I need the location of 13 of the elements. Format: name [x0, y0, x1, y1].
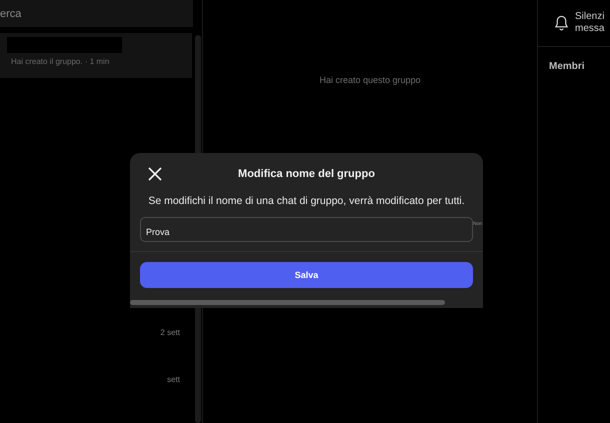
system-message: Hai creato questo gruppo [319, 75, 421, 87]
chat-time: sett [167, 375, 180, 384]
name-field[interactable]: Prova [140, 217, 473, 242]
scrollbar[interactable] [130, 300, 445, 305]
dialog-message: Se modifichi il nome di una chat di gruppo, verrà modificato per tutti. [147, 195, 466, 207]
save-button[interactable]: Salva [140, 262, 473, 288]
bell-icon[interactable] [554, 14, 569, 32]
mute-label[interactable]: Silenzi messa [575, 11, 604, 35]
search-field[interactable]: erca [0, 0, 193, 27]
chat-time: 2 sett [160, 328, 180, 337]
members-heading: Membri [549, 61, 586, 72]
close-icon[interactable] [148, 167, 162, 181]
dialog-title: Modifica nome del gruppo [238, 168, 375, 180]
